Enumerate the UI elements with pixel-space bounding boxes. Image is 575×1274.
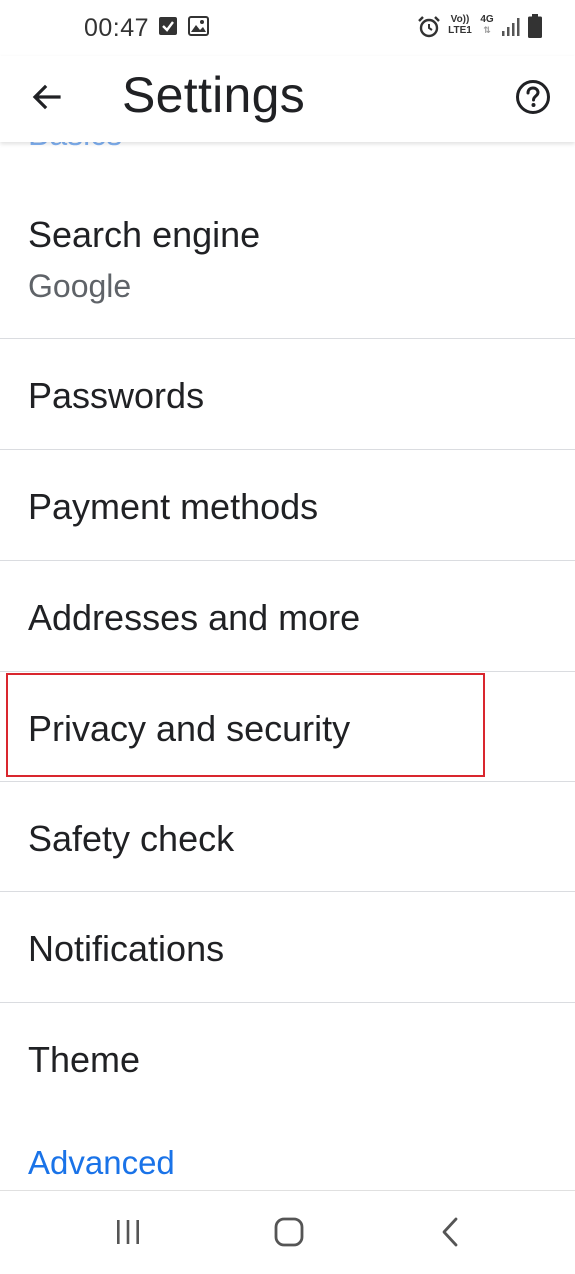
back-nav-icon	[440, 1217, 460, 1252]
status-time: 00:47	[84, 14, 150, 42]
navigation-bar	[0, 1190, 575, 1274]
page-title: Settings	[122, 67, 306, 123]
settings-item-safety-check[interactable]: Safety check	[0, 782, 575, 892]
image-notification-icon	[188, 16, 209, 41]
home-button[interactable]	[264, 1211, 314, 1257]
recent-apps-button[interactable]	[103, 1211, 153, 1257]
settings-item-label: Safety check	[28, 818, 235, 859]
settings-item-privacy-and-security[interactable]: Privacy and security	[0, 672, 575, 782]
settings-item-label: Payment methods	[28, 486, 319, 527]
recent-apps-icon	[114, 1219, 142, 1250]
volte-top-label: Vo))	[450, 14, 470, 25]
4g-icon: 4G ⇅	[478, 14, 496, 36]
volte-icon: Vo)) LTE1	[446, 14, 474, 36]
settings-item-label: Notifications	[28, 928, 225, 969]
section-header-basics: Basics	[28, 142, 122, 153]
network-type-label: 4G	[480, 14, 494, 25]
settings-list[interactable]: Basics Search engine Google Passwords Pa…	[0, 142, 575, 1190]
advanced-section-link[interactable]: Advanced	[28, 1144, 175, 1182]
help-button[interactable]	[508, 74, 558, 124]
checkbox-notification-icon	[158, 16, 178, 41]
settings-item-passwords[interactable]: Passwords	[0, 339, 575, 450]
settings-item-label: Search engine	[28, 214, 261, 255]
settings-item-notifications[interactable]: Notifications	[0, 892, 575, 1003]
settings-item-label: Addresses and more	[28, 597, 361, 638]
settings-item-sublabel: Google	[28, 268, 132, 304]
help-circle-icon	[515, 79, 551, 120]
settings-item-search-engine[interactable]: Search engine Google	[0, 188, 575, 339]
status-bar: 00:47 Vo)) LTE1 4G ⇅	[0, 0, 575, 56]
settings-item-theme[interactable]: Theme	[0, 1003, 575, 1113]
settings-item-label: Theme	[28, 1039, 141, 1080]
volte-bottom-label: LTE1	[448, 25, 472, 36]
signal-icon	[500, 17, 520, 42]
settings-item-label: Privacy and security	[28, 708, 351, 749]
arrow-back-icon	[31, 81, 63, 118]
settings-item-addresses[interactable]: Addresses and more	[0, 561, 575, 672]
app-bar: Settings	[0, 56, 575, 142]
settings-item-payment-methods[interactable]: Payment methods	[0, 450, 575, 561]
back-nav-button[interactable]	[425, 1211, 475, 1257]
battery-icon	[528, 14, 542, 43]
settings-item-label: Passwords	[28, 375, 205, 416]
back-button[interactable]	[22, 74, 72, 124]
alarm-icon	[417, 15, 441, 44]
home-icon	[274, 1217, 304, 1252]
